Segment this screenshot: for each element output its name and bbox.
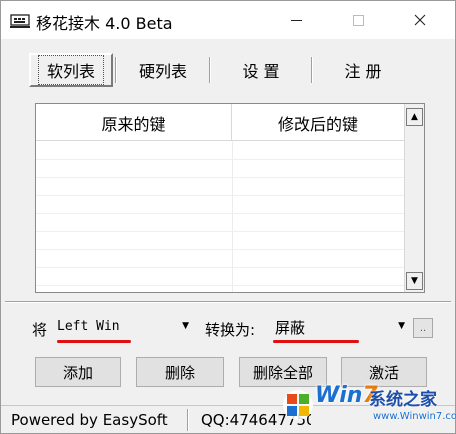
grid-line: [36, 285, 404, 286]
to-key-value: 屏蔽: [275, 319, 306, 337]
grid-line: [36, 159, 404, 160]
grid-line: [232, 141, 233, 292]
grid-line: [36, 213, 404, 214]
app-icon: [10, 14, 30, 28]
app-window: 移花接木 4.0 Beta 软列表 硬列表 设 置 注 册 原来的键 修改后的键…: [0, 0, 456, 434]
tab-strip: 软列表 硬列表 设 置 注 册: [29, 53, 425, 87]
from-key-combobox[interactable]: Left Win ▼: [55, 316, 191, 340]
from-key-value: Left Win: [57, 319, 120, 334]
tab-hard-list[interactable]: 硬列表: [119, 53, 207, 87]
list-header: 原来的键 修改后的键: [36, 104, 404, 141]
tab-label: 设 置: [242, 62, 280, 81]
scroll-up-button[interactable]: ▲: [406, 108, 423, 126]
column-header-original-key[interactable]: 原来的键: [36, 104, 232, 141]
key-mapping-list[interactable]: 原来的键 修改后的键 ▲ ▼: [35, 103, 425, 293]
grid-line: [36, 249, 404, 250]
delete-button[interactable]: 删除: [136, 357, 224, 387]
tab-label: 硬列表: [138, 62, 187, 81]
tab-divider: [115, 57, 117, 83]
status-bar: Powered by EasySoft QQ:474647750: [1, 405, 455, 433]
separator: [5, 301, 451, 303]
grid-line: [36, 267, 404, 268]
tab-label: 注 册: [344, 62, 382, 81]
maximize-button[interactable]: [335, 1, 381, 39]
status-powered-by: Powered by EasySoft: [11, 411, 168, 429]
arrow-up-icon: ▲: [411, 112, 418, 122]
close-icon: [414, 14, 426, 26]
tab-soft-list[interactable]: 软列表: [29, 53, 113, 87]
activate-button[interactable]: 激活: [341, 357, 427, 387]
highlight-underline: [57, 340, 131, 343]
scroll-down-button[interactable]: ▼: [406, 272, 423, 290]
window-title: 移花接木 4.0 Beta: [36, 14, 173, 33]
maximize-icon: [352, 14, 364, 26]
list-scrollbar[interactable]: ▲ ▼: [404, 104, 424, 292]
chevron-down-icon[interactable]: ▼: [182, 321, 189, 331]
from-key-label: 将: [32, 321, 48, 339]
chevron-down-icon[interactable]: ▼: [398, 321, 405, 331]
column-header-modified-key[interactable]: 修改后的键: [232, 104, 404, 141]
grid-line: [36, 231, 404, 232]
tab-settings[interactable]: 设 置: [213, 53, 309, 87]
minimize-button[interactable]: [273, 1, 319, 39]
convert-to-label: 转换为:: [205, 321, 256, 339]
tab-label: 软列表: [37, 55, 104, 85]
highlight-underline: [273, 340, 359, 343]
title-bar[interactable]: 移花接木 4.0 Beta: [1, 1, 455, 39]
grid-line: [36, 195, 404, 196]
browse-button[interactable]: ..: [413, 318, 433, 338]
grid-line: [36, 177, 404, 178]
tab-divider: [209, 57, 211, 83]
tab-register[interactable]: 注 册: [315, 53, 411, 87]
tab-divider: [311, 57, 313, 83]
add-button[interactable]: 添加: [35, 357, 121, 387]
arrow-down-icon: ▼: [411, 276, 418, 286]
minimize-icon: [290, 19, 302, 21]
delete-all-button[interactable]: 删除全部: [239, 357, 327, 387]
to-key-combobox[interactable]: 屏蔽 ▼: [273, 316, 407, 340]
status-qq: QQ:474647750: [201, 411, 311, 429]
status-divider: [187, 409, 189, 431]
close-button[interactable]: [397, 1, 443, 39]
